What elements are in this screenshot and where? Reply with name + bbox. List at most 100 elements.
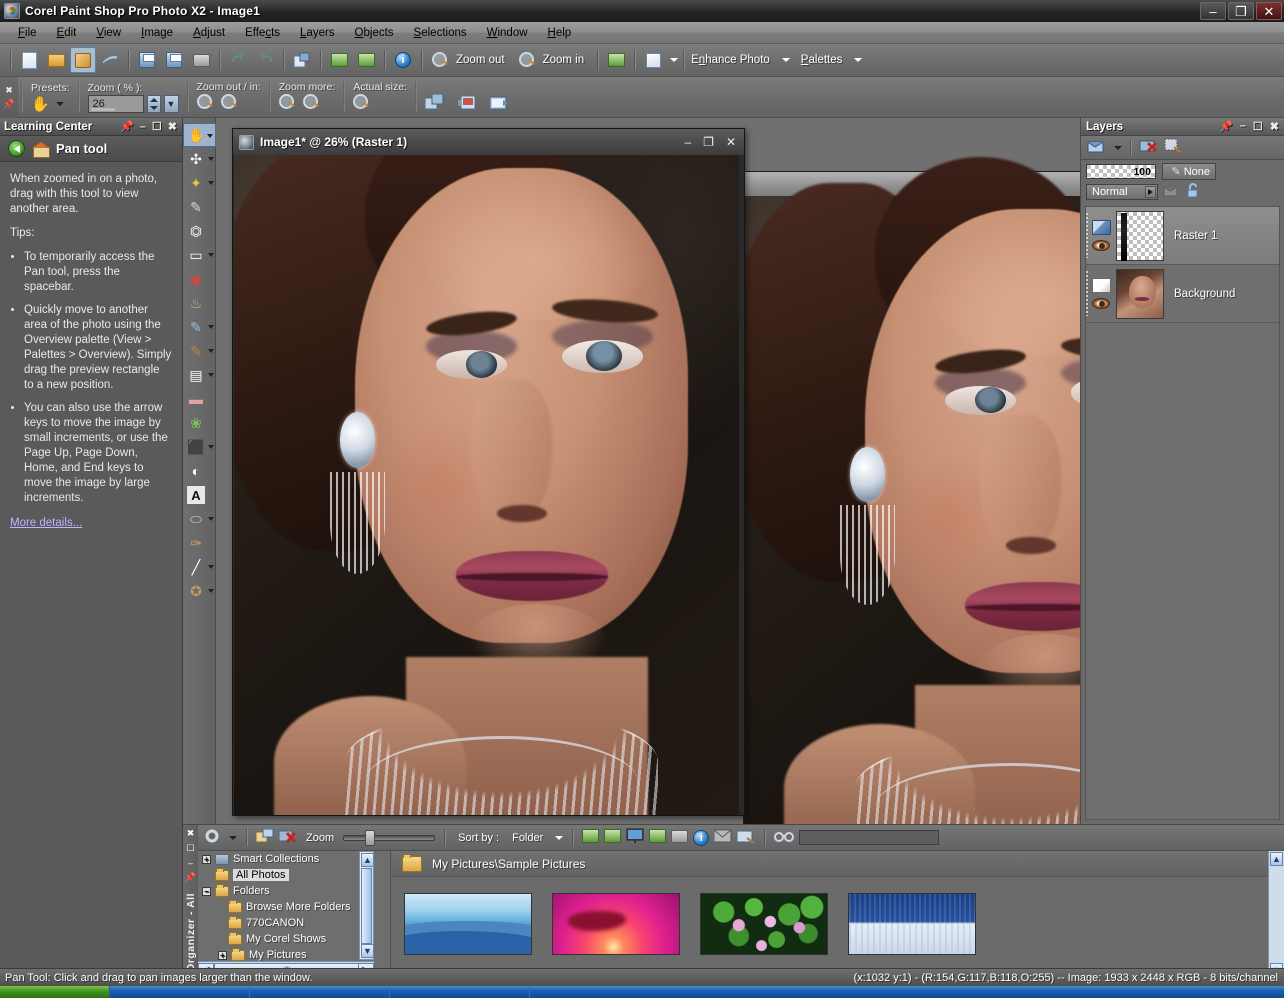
close-icon[interactable]: ✖	[187, 828, 195, 839]
tree-vertical-scrollbar[interactable]: ▲ ▼	[359, 851, 374, 960]
maximize-icon[interactable]: ☐	[1253, 120, 1263, 133]
copy-dropdown-caret[interactable]	[670, 58, 678, 62]
dodge-burn-tool[interactable]: ▤	[183, 363, 216, 387]
menu-objects[interactable]: Objects	[345, 25, 404, 41]
add-to-tray-icon[interactable]	[256, 829, 274, 847]
sunset-thumb[interactable]	[552, 893, 680, 955]
new-layer-caret[interactable]	[1114, 146, 1122, 150]
palettes-caret[interactable]	[854, 58, 862, 62]
layer-properties-icon[interactable]	[1163, 138, 1183, 157]
layer-link-icon[interactable]	[1163, 184, 1181, 201]
enhance-photo-button[interactable]: Enhance Photo	[689, 54, 778, 66]
close-icon[interactable]: ✖	[1270, 120, 1279, 133]
pin-icon[interactable]: 📌	[3, 100, 14, 109]
paint-brush-tool[interactable]: ✎	[183, 339, 216, 363]
layer-name[interactable]: Background	[1174, 288, 1235, 300]
zoom-out-button[interactable]	[197, 94, 213, 113]
edit-tags-icon[interactable]	[737, 829, 755, 847]
capture-icon[interactable]	[97, 47, 123, 73]
expander-icon[interactable]: +	[218, 951, 227, 960]
zoom-in-more-button[interactable]	[303, 94, 319, 113]
menu-view[interactable]: View	[86, 25, 131, 41]
zoom-spinner[interactable]	[147, 95, 161, 113]
menu-effects[interactable]: Effects	[235, 25, 290, 41]
rotate-left-icon[interactable]	[582, 829, 599, 846]
undo-icon[interactable]	[225, 47, 251, 73]
rotate-left-icon[interactable]	[326, 47, 352, 73]
open-icon[interactable]	[43, 47, 69, 73]
duplicate-window-icon[interactable]	[490, 95, 509, 114]
minimize-button[interactable]: –	[1200, 2, 1226, 20]
table-row[interactable]: Background	[1086, 265, 1279, 323]
sort-by-value[interactable]: Folder	[508, 832, 547, 844]
pin-icon[interactable]: 📌	[120, 120, 134, 133]
share-icon[interactable]	[649, 829, 666, 846]
zoom-in-button[interactable]	[221, 94, 237, 113]
copy-icon[interactable]	[640, 47, 666, 73]
clone-brush-tool[interactable]: ✎	[183, 315, 216, 339]
close-icon[interactable]: ✖	[5, 86, 13, 95]
expander-icon[interactable]: +	[202, 855, 211, 864]
blend-mode-select[interactable]: Normal	[1086, 184, 1158, 200]
picture-tube-tool[interactable]: ❀	[183, 411, 216, 435]
menu-image[interactable]: Image	[131, 25, 183, 41]
home-icon[interactable]	[32, 142, 49, 156]
info-icon[interactable]: i	[390, 47, 416, 73]
tool-options-grip[interactable]: ✖ 📌	[0, 77, 18, 118]
flood-fill-tool[interactable]: ⬛	[183, 435, 216, 459]
actual-size-button[interactable]	[353, 94, 369, 113]
water-lilies-thumb[interactable]	[700, 893, 828, 955]
pin-icon[interactable]: 📌	[185, 872, 196, 883]
layer-mask-button[interactable]: ✎ None	[1162, 163, 1216, 180]
table-row[interactable]: Raster 1	[1086, 207, 1279, 265]
photo-canvas-active[interactable]	[234, 155, 739, 815]
minimize-icon[interactable]: –	[1240, 120, 1246, 133]
search-icon[interactable]	[774, 829, 794, 846]
visibility-eye-icon[interactable]	[1092, 298, 1110, 309]
red-eye-tool[interactable]: ◉	[183, 267, 216, 291]
taskbar-item[interactable]	[110, 986, 250, 998]
opacity-slider[interactable]: 100	[1086, 164, 1156, 179]
winter-thumb[interactable]	[848, 893, 976, 955]
more-details-link[interactable]: More details...	[10, 516, 82, 531]
scroll-up-arrow[interactable]: ▲	[361, 853, 374, 867]
browse-icon[interactable]	[70, 47, 96, 73]
zoom-dropdown-button[interactable]: ▼	[164, 95, 179, 113]
share-photo-icon[interactable]	[603, 47, 629, 73]
selection-tool[interactable]: ✦	[183, 171, 216, 195]
image-window-background[interactable]: – ❐ ✕	[743, 171, 1080, 824]
mesh-warp-tool[interactable]: ✪	[183, 579, 216, 603]
close-button[interactable]: ✕	[726, 135, 736, 149]
zoom-in-icon[interactable]	[514, 47, 540, 73]
back-icon[interactable]	[8, 140, 25, 157]
rotate-right-icon[interactable]	[353, 47, 379, 73]
blue-hills-thumb[interactable]	[404, 893, 532, 955]
maximize-button[interactable]: ❐	[703, 135, 714, 149]
layer-name[interactable]: Raster 1	[1174, 230, 1217, 242]
zoom-in-label[interactable]: Zoom in	[541, 54, 593, 66]
fit-to-window-icon[interactable]	[425, 94, 444, 114]
enhance-photo-caret[interactable]	[782, 58, 790, 62]
presets-caret[interactable]	[56, 102, 64, 106]
pin-icon[interactable]: 📌	[1219, 120, 1233, 133]
menu-selections[interactable]: Selections	[404, 25, 477, 41]
menu-edit[interactable]: Edit	[47, 25, 87, 41]
thumbnail-zoom-slider[interactable]	[343, 833, 435, 843]
new-icon[interactable]	[16, 47, 42, 73]
remove-from-tray-icon[interactable]	[279, 829, 297, 847]
menu-file[interactable]: File	[8, 25, 47, 41]
crop-tool[interactable]: ⏣	[183, 219, 216, 243]
rotate-right-icon[interactable]	[604, 829, 621, 846]
info-icon[interactable]: i	[693, 830, 709, 846]
menu-layers[interactable]: Layers	[290, 25, 345, 41]
settings-caret[interactable]	[229, 836, 237, 840]
image-window-active[interactable]: Image1* @ 26% (Raster 1) – ❐ ✕	[232, 128, 745, 816]
maximize-icon[interactable]: ☐	[186, 843, 194, 854]
minimize-button[interactable]: –	[684, 135, 691, 149]
redo-icon[interactable]	[252, 47, 278, 73]
minimize-icon[interactable]: –	[188, 858, 193, 868]
taskbar-item[interactable]	[390, 986, 530, 998]
maximize-icon[interactable]: ☐	[152, 120, 162, 133]
email-icon[interactable]	[714, 829, 732, 846]
move-tool[interactable]: ✣	[183, 147, 216, 171]
